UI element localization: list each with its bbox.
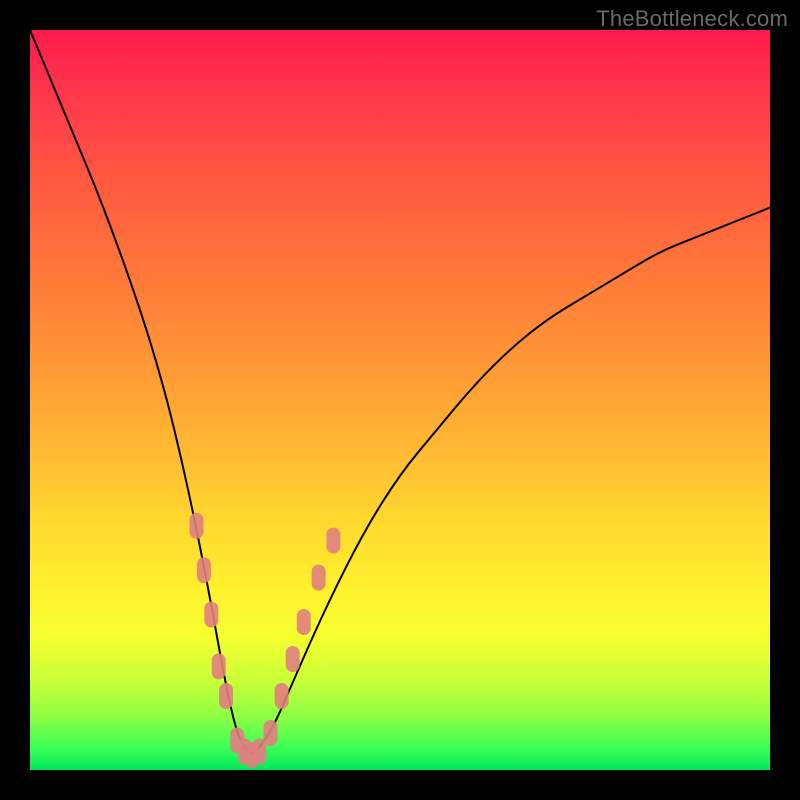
plot-area [30, 30, 770, 770]
marker-dot [275, 683, 289, 709]
marker-dot [312, 565, 326, 591]
marker-dot [190, 513, 204, 539]
watermark-text: TheBottleneck.com [596, 6, 788, 32]
marker-dot [204, 602, 218, 628]
chart-stage: TheBottleneck.com [0, 0, 800, 800]
bottleneck-curve [30, 30, 770, 753]
curve-layer [30, 30, 770, 770]
marker-dot [219, 683, 233, 709]
marker-dot [264, 720, 278, 746]
marker-dot [252, 739, 266, 765]
marker-dot [326, 528, 340, 554]
marker-dot [212, 653, 226, 679]
marker-dot [197, 557, 211, 583]
bottleneck-curve-path [30, 30, 770, 753]
marker-dot [297, 609, 311, 635]
marker-dots [190, 513, 341, 768]
marker-dot [286, 646, 300, 672]
